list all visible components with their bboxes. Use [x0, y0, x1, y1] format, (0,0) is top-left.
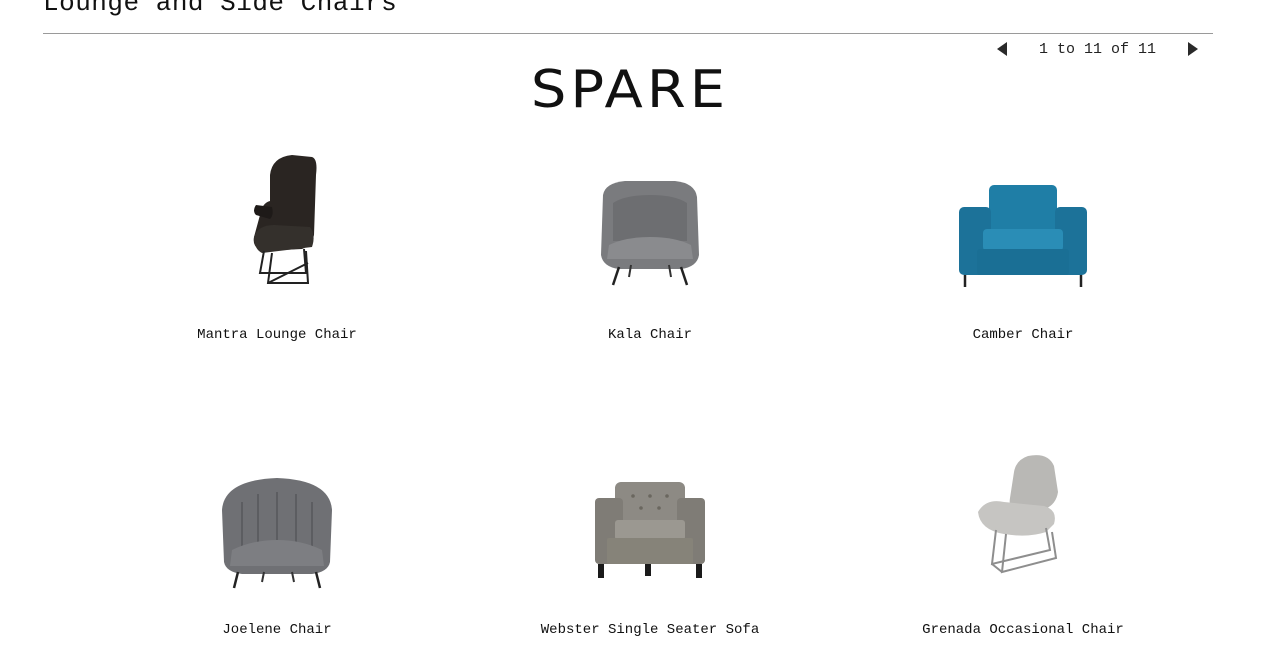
brand-logo-text: SPARE	[531, 59, 729, 119]
product-image[interactable]	[500, 135, 800, 305]
prev-page-button[interactable]	[990, 38, 1014, 60]
triangle-right-icon	[1188, 42, 1198, 56]
pagination-count: 1 to 11 of 11	[1038, 40, 1157, 58]
brand-logo-mark: SPARE	[531, 59, 729, 119]
product-name[interactable]: Mantra Lounge Chair	[127, 327, 427, 343]
triangle-left-icon	[997, 42, 1007, 56]
product-image[interactable]	[873, 135, 1173, 305]
product-tile[interactable]: Joelene Chair	[127, 430, 427, 638]
product-name[interactable]: Webster Single Seater Sofa	[500, 622, 800, 638]
brand-logo[interactable]: SPARE	[0, 58, 1260, 125]
product-name[interactable]: Joelene Chair	[127, 622, 427, 638]
product-tile[interactable]: Camber Chair	[873, 135, 1173, 343]
product-tile[interactable]: Webster Single Seater Sofa	[500, 430, 800, 638]
page: Lounge and Side Chairs 1 to 11 of 11 SPA…	[0, 0, 1284, 655]
category-title: Lounge and Side Chairs	[43, 0, 398, 18]
next-page-button[interactable]	[1181, 38, 1205, 60]
product-image[interactable]	[500, 430, 800, 600]
product-image[interactable]	[127, 135, 427, 305]
product-tile[interactable]: Kala Chair	[500, 135, 800, 343]
header-divider	[43, 33, 1213, 34]
product-name[interactable]: Grenada Occasional Chair	[873, 622, 1173, 638]
product-image[interactable]	[873, 430, 1173, 600]
product-tile[interactable]: Mantra Lounge Chair	[127, 135, 427, 343]
pagination: 1 to 11 of 11	[990, 38, 1205, 60]
product-name[interactable]: Kala Chair	[500, 327, 800, 343]
product-tile[interactable]: Grenada Occasional Chair	[873, 430, 1173, 638]
product-image[interactable]	[127, 430, 427, 600]
product-name[interactable]: Camber Chair	[873, 327, 1173, 343]
